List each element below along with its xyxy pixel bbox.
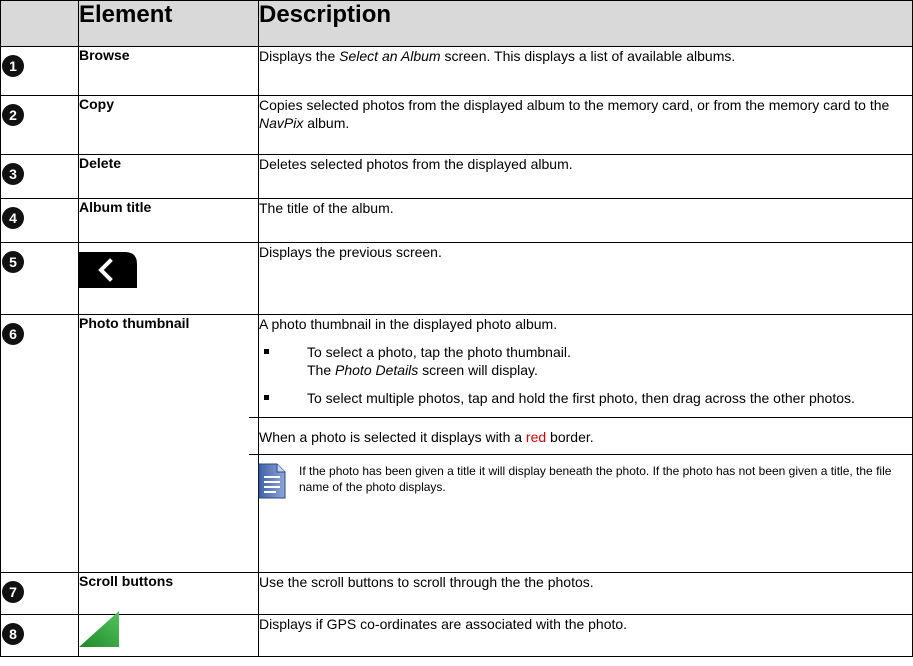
header-element: Element bbox=[78, 0, 259, 47]
number-badge: 8 bbox=[2, 623, 24, 645]
selected-note: When a photo is selected it displays wit… bbox=[259, 429, 594, 445]
list-item: To select a photo, tap the photo thumbna… bbox=[259, 343, 912, 379]
element-description: Copies selected photos from the displaye… bbox=[258, 95, 913, 155]
header-description: Description bbox=[258, 0, 913, 47]
note-text: If the photo has been given a title it w… bbox=[299, 464, 892, 494]
back-arrow-icon bbox=[79, 252, 137, 288]
element-description: Displays the previous screen. bbox=[258, 242, 913, 315]
note-document-icon bbox=[258, 463, 286, 499]
element-label: Delete bbox=[78, 154, 259, 199]
thumbnail-description: A photo thumbnail in the displayed photo… bbox=[259, 316, 558, 332]
element-label: Album title bbox=[78, 198, 259, 243]
table-row: 6 Photo thumbnail A photo thumbnail in t… bbox=[0, 314, 913, 573]
element-description: Displays if GPS co-ordinates are associa… bbox=[258, 614, 913, 657]
number-badge: 7 bbox=[2, 581, 24, 603]
list-item: To select multiple photos, tap and hold … bbox=[259, 389, 912, 407]
table-row: 8 Displays if GPS co-ordinates are assoc… bbox=[0, 611, 913, 657]
element-description: Use the scroll buttons to scroll through… bbox=[258, 572, 913, 615]
table-row: 2 Copy Copies selected photos from the d… bbox=[0, 95, 913, 155]
note-box: If the photo has been given a title it w… bbox=[258, 455, 912, 505]
table-header-row: Element Description bbox=[0, 0, 913, 47]
table-row: 7 Scroll buttons Use the scroll buttons … bbox=[0, 572, 913, 615]
element-description: The title of the album. bbox=[258, 198, 913, 243]
table-row: 1 Browse Displays the Select an Album sc… bbox=[0, 46, 913, 96]
gps-triangle-icon bbox=[79, 611, 119, 647]
header-number-cell bbox=[0, 0, 79, 47]
element-description: A photo thumbnail in the displayed photo… bbox=[249, 314, 913, 573]
element-description: Displays the Select an Album screen. Thi… bbox=[258, 46, 913, 96]
element-description-table: Element Description 1 Browse Displays th… bbox=[0, 0, 913, 657]
number-badge: 4 bbox=[2, 207, 24, 229]
element-label: Copy bbox=[78, 95, 259, 155]
number-badge: 5 bbox=[2, 251, 24, 273]
element-label: Browse bbox=[78, 46, 259, 96]
number-badge: 1 bbox=[2, 55, 24, 77]
table-row: 3 Delete Deletes selected photos from th… bbox=[0, 154, 913, 199]
number-badge: 2 bbox=[2, 104, 24, 126]
table-row: 4 Album title The title of the album. bbox=[0, 198, 913, 243]
element-label: Photo thumbnail bbox=[78, 314, 259, 573]
number-badge: 6 bbox=[2, 323, 24, 345]
bullet-list: To select a photo, tap the photo thumbna… bbox=[259, 343, 912, 407]
element-label: Scroll buttons bbox=[78, 572, 259, 615]
table-row: 5 Displays the previous screen. bbox=[0, 242, 913, 315]
element-description: Deletes selected photos from the display… bbox=[258, 154, 913, 199]
number-badge: 3 bbox=[2, 163, 24, 185]
